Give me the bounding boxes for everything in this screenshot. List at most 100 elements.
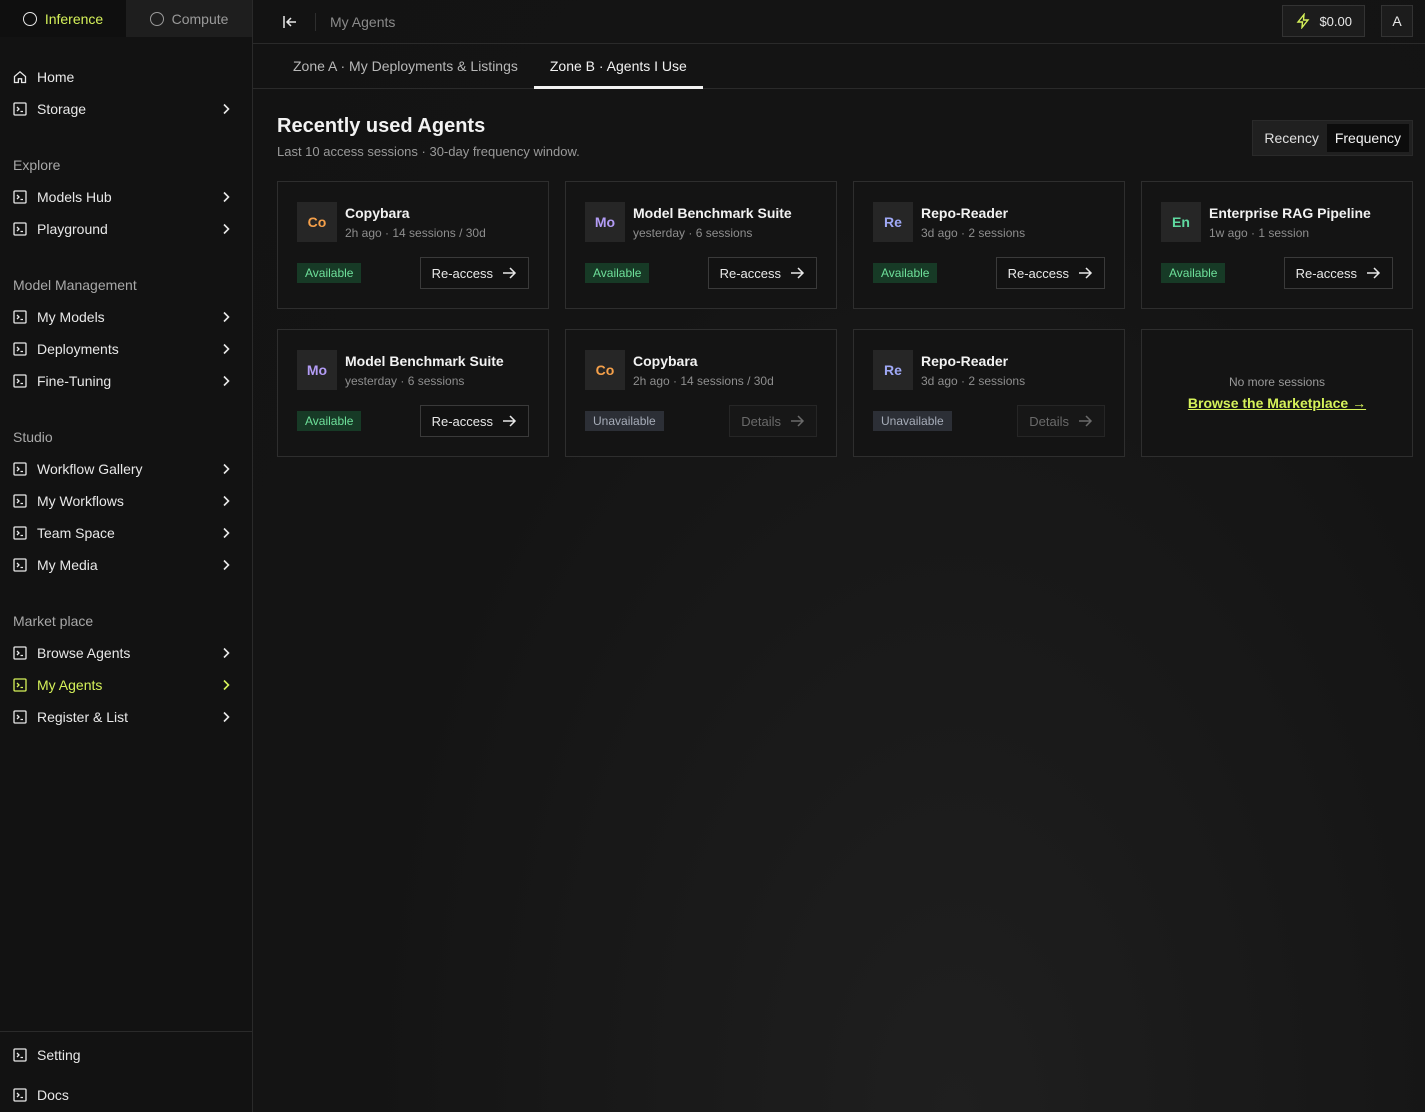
sidebar-item-docs[interactable]: Docs bbox=[0, 1081, 253, 1109]
sidebar-item-label: Register & List bbox=[37, 709, 129, 725]
sidebar-item-label: Storage bbox=[37, 101, 87, 117]
action-label: Re-access bbox=[1007, 265, 1069, 281]
sidebar-item-my-agents[interactable]: My Agents bbox=[0, 671, 253, 699]
agent-card: En Enterprise RAG Pipeline 1w ago · 1 se… bbox=[1141, 181, 1413, 309]
content: Recently used Agents Last 10 access sess… bbox=[253, 89, 1425, 457]
agent-meta: 1w ago · 1 session bbox=[1209, 226, 1310, 240]
sidebar-item-label: Docs bbox=[37, 1087, 69, 1103]
app-icon bbox=[13, 646, 27, 660]
status-badge: Available bbox=[585, 263, 650, 283]
agent-name: Repo-Reader bbox=[921, 205, 1009, 221]
sidebar-item-browse-agents[interactable]: Browse Agents bbox=[0, 639, 253, 667]
chevron-right-icon bbox=[223, 495, 230, 507]
re-access-button[interactable]: Re-access bbox=[1283, 257, 1393, 289]
re-access-button[interactable]: Re-access bbox=[707, 257, 817, 289]
status-badge: Available bbox=[297, 263, 362, 283]
sidebar-item-label: Fine-Tuning bbox=[37, 373, 112, 389]
chevron-right-icon bbox=[223, 527, 230, 539]
chevron-right-icon bbox=[223, 679, 230, 691]
agent-badge: Re bbox=[873, 202, 913, 242]
agent-meta: 2h ago · 14 sessions / 30d bbox=[633, 374, 774, 388]
arrow-right-icon bbox=[1079, 267, 1093, 279]
chevron-right-icon bbox=[223, 559, 230, 571]
collapse-sidebar-icon[interactable] bbox=[281, 13, 299, 31]
lightning-icon bbox=[1296, 13, 1310, 29]
tab-zone-a[interactable]: Zone A · My Deployments & Listings bbox=[277, 44, 534, 88]
sidebar-divider bbox=[0, 1031, 253, 1032]
re-access-button[interactable]: Re-access bbox=[419, 405, 529, 437]
app-icon bbox=[13, 342, 27, 356]
action-label: Re-access bbox=[431, 265, 493, 281]
agent-card: Re Repo-Reader 3d ago · 2 sessions Unava… bbox=[853, 329, 1125, 457]
sidebar-item-storage[interactable]: Storage bbox=[0, 95, 253, 123]
arrow-right-icon bbox=[503, 267, 517, 279]
balance-button[interactable]: $0.00 bbox=[1282, 5, 1365, 37]
sort-toggle: Recency Frequency bbox=[1252, 120, 1413, 156]
switch-compute-label: Compute bbox=[171, 10, 229, 27]
sort-recency[interactable]: Recency bbox=[1256, 124, 1326, 152]
balance-amount: $0.00 bbox=[1319, 13, 1352, 29]
topbar: My Agents $0.00 A bbox=[253, 0, 1425, 44]
app-icon bbox=[13, 102, 27, 116]
switch-inference[interactable]: Inference bbox=[0, 0, 126, 37]
main-area: My Agents $0.00 A Zone A · My Deployment… bbox=[253, 0, 1425, 1112]
agent-name: Enterprise RAG Pipeline bbox=[1209, 205, 1371, 221]
chevron-right-icon bbox=[223, 191, 230, 203]
sidebar-item-register-list[interactable]: Register & List bbox=[0, 703, 253, 731]
browse-marketplace-link[interactable]: Browse the Marketplace → bbox=[1188, 395, 1366, 411]
agent-card: Co Copybara 2h ago · 14 sessions / 30d U… bbox=[565, 329, 837, 457]
status-badge: Unavailable bbox=[585, 411, 664, 431]
sidebar-item-setting[interactable]: Setting bbox=[0, 1041, 253, 1069]
agent-name: Model Benchmark Suite bbox=[633, 205, 792, 221]
arrow-right-icon bbox=[503, 415, 517, 427]
sidebar-item-home[interactable]: Home bbox=[0, 63, 253, 91]
sidebar-item-workflow-gallery[interactable]: Workflow Gallery bbox=[0, 455, 253, 483]
details-button[interactable]: Details bbox=[729, 405, 817, 437]
tab-zone-b[interactable]: Zone B · Agents I Use bbox=[533, 44, 703, 89]
re-access-button[interactable]: Re-access bbox=[995, 257, 1105, 289]
agent-badge: Mo bbox=[585, 202, 625, 242]
re-access-button[interactable]: Re-access bbox=[419, 257, 529, 289]
switch-compute[interactable]: Compute bbox=[126, 0, 252, 37]
sidebar-item-my-workflows[interactable]: My Workflows bbox=[0, 487, 253, 515]
app-icon bbox=[13, 558, 27, 572]
app-icon bbox=[13, 462, 27, 476]
sort-frequency[interactable]: Frequency bbox=[1326, 124, 1409, 152]
agent-card: Mo Model Benchmark Suite yesterday · 6 s… bbox=[277, 329, 549, 457]
sidebar-item-label: Home bbox=[37, 69, 75, 85]
avatar[interactable]: A bbox=[1381, 5, 1413, 37]
arrow-right-icon bbox=[1079, 415, 1093, 427]
section-marketplace: Market place bbox=[13, 613, 94, 629]
sidebar-item-label: Browse Agents bbox=[37, 645, 131, 661]
agent-meta: 3d ago · 2 sessions bbox=[921, 374, 1026, 388]
action-label: Re-access bbox=[431, 413, 493, 429]
status-badge: Available bbox=[873, 263, 938, 283]
agent-badge: Re bbox=[873, 350, 913, 390]
sidebar-item-models-hub[interactable]: Models Hub bbox=[0, 183, 253, 211]
page-title: Recently used Agents bbox=[277, 115, 486, 137]
topbar-divider bbox=[315, 12, 316, 31]
chevron-right-icon bbox=[223, 463, 230, 475]
agent-meta: 3d ago · 2 sessions bbox=[921, 226, 1026, 240]
agent-name: Copybara bbox=[345, 205, 410, 221]
app-icon bbox=[13, 1088, 27, 1102]
circle-icon bbox=[22, 11, 37, 26]
sidebar-item-label: My Workflows bbox=[37, 493, 124, 509]
status-badge: Available bbox=[1161, 263, 1226, 283]
sidebar-item-my-media[interactable]: My Media bbox=[0, 551, 253, 579]
details-button[interactable]: Details bbox=[1017, 405, 1105, 437]
page-subtitle: Last 10 access sessions · 30-day frequen… bbox=[277, 144, 580, 159]
agent-badge: Co bbox=[297, 202, 337, 242]
arrow-right-icon bbox=[791, 415, 805, 427]
sidebar-item-playground[interactable]: Playground bbox=[0, 215, 253, 243]
sidebar-item-deployments[interactable]: Deployments bbox=[0, 335, 253, 363]
status-badge: Unavailable bbox=[873, 411, 952, 431]
agent-meta: yesterday · 6 sessions bbox=[345, 374, 465, 388]
sidebar-item-team-space[interactable]: Team Space bbox=[0, 519, 253, 547]
chevron-right-icon bbox=[223, 223, 230, 235]
sidebar-item-label: My Agents bbox=[37, 677, 103, 693]
agent-grid: Co Copybara 2h ago · 14 sessions / 30d A… bbox=[277, 181, 1413, 457]
agent-meta: yesterday · 6 sessions bbox=[633, 226, 753, 240]
sidebar-item-fine-tuning[interactable]: Fine-Tuning bbox=[0, 367, 253, 395]
sidebar-item-my-models[interactable]: My Models bbox=[0, 303, 253, 331]
